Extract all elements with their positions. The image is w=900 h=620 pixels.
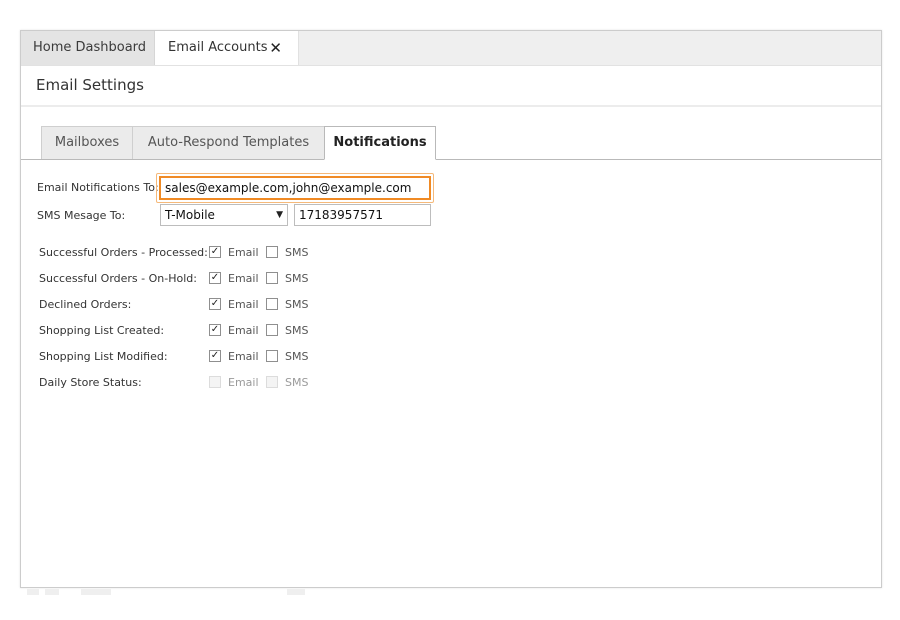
email-checkbox[interactable]: ✓ bbox=[209, 350, 221, 362]
tab-home-dashboard[interactable]: Home Dashboard bbox=[21, 31, 155, 65]
notification-row-label: Declined Orders: bbox=[39, 298, 132, 311]
notification-row-label: Shopping List Created: bbox=[39, 324, 165, 337]
email-notifications-input[interactable] bbox=[159, 176, 431, 200]
email-checkbox-label: Email bbox=[228, 350, 259, 363]
sms-checkbox-label: SMS bbox=[285, 376, 309, 389]
check-icon: ✓ bbox=[210, 298, 220, 309]
sms-checkbox[interactable] bbox=[266, 246, 278, 258]
sms-message-label: SMS Mesage To: bbox=[37, 209, 126, 222]
carrier-select-value: T-Mobile bbox=[165, 208, 215, 222]
sms-checkbox bbox=[266, 376, 278, 388]
caret-down-icon: ▼ bbox=[276, 210, 283, 220]
notification-row-label: Successful Orders - On-Hold: bbox=[39, 272, 197, 285]
tab-email-accounts[interactable]: Email Accounts ✕ bbox=[155, 31, 299, 65]
sms-checkbox-label: SMS bbox=[285, 246, 309, 259]
email-checkbox-label: Email bbox=[228, 272, 259, 285]
check-icon: ✓ bbox=[210, 246, 220, 257]
notification-row-label: Successful Orders - Processed: bbox=[39, 246, 208, 259]
scroll-ghost bbox=[27, 589, 39, 595]
sms-checkbox-label: SMS bbox=[285, 298, 309, 311]
tab-email-accounts-label: Email Accounts bbox=[168, 40, 268, 55]
notification-row-label: Daily Store Status: bbox=[39, 376, 142, 389]
email-checkbox bbox=[209, 376, 221, 388]
email-notifications-label: Email Notifications To: bbox=[37, 181, 159, 194]
email-checkbox-label: Email bbox=[228, 298, 259, 311]
subtab-notifications[interactable]: Notifications bbox=[324, 126, 436, 160]
sms-checkbox-label: SMS bbox=[285, 272, 309, 285]
carrier-select[interactable]: T-Mobile ▼ bbox=[160, 204, 288, 226]
sms-checkbox-label: SMS bbox=[285, 350, 309, 363]
page-title: Email Settings bbox=[36, 76, 144, 94]
sms-phone-input[interactable] bbox=[294, 204, 431, 226]
scroll-ghost bbox=[45, 589, 59, 595]
tab-home-dashboard-label: Home Dashboard bbox=[33, 40, 147, 55]
email-checkbox-label: Email bbox=[228, 324, 259, 337]
check-icon: ✓ bbox=[210, 350, 220, 361]
scroll-ghost bbox=[287, 589, 305, 595]
sms-checkbox[interactable] bbox=[266, 350, 278, 362]
close-icon[interactable]: ✕ bbox=[269, 31, 282, 65]
email-checkbox[interactable]: ✓ bbox=[209, 298, 221, 310]
check-icon: ✓ bbox=[210, 272, 220, 283]
email-checkbox-label: Email bbox=[228, 376, 259, 389]
subtab-mailboxes[interactable]: Mailboxes bbox=[41, 126, 133, 159]
notification-row-label: Shopping List Modified: bbox=[39, 350, 168, 363]
email-checkbox[interactable]: ✓ bbox=[209, 324, 221, 336]
email-checkbox[interactable]: ✓ bbox=[209, 272, 221, 284]
scroll-ghost bbox=[81, 589, 111, 595]
sms-checkbox[interactable] bbox=[266, 272, 278, 284]
sms-checkbox[interactable] bbox=[266, 324, 278, 336]
settings-subtabs: Mailboxes Auto-Respond Templates Notific… bbox=[21, 126, 881, 160]
tab-bar: Home Dashboard Email Accounts ✕ bbox=[21, 31, 881, 66]
subtab-auto-respond-templates[interactable]: Auto-Respond Templates bbox=[132, 126, 325, 159]
sms-checkbox[interactable] bbox=[266, 298, 278, 310]
email-checkbox[interactable]: ✓ bbox=[209, 246, 221, 258]
email-checkbox-label: Email bbox=[228, 246, 259, 259]
sms-checkbox-label: SMS bbox=[285, 324, 309, 337]
check-icon: ✓ bbox=[210, 324, 220, 335]
email-settings-window: Home Dashboard Email Accounts ✕ Email Se… bbox=[20, 30, 882, 595]
title-divider bbox=[21, 105, 881, 107]
